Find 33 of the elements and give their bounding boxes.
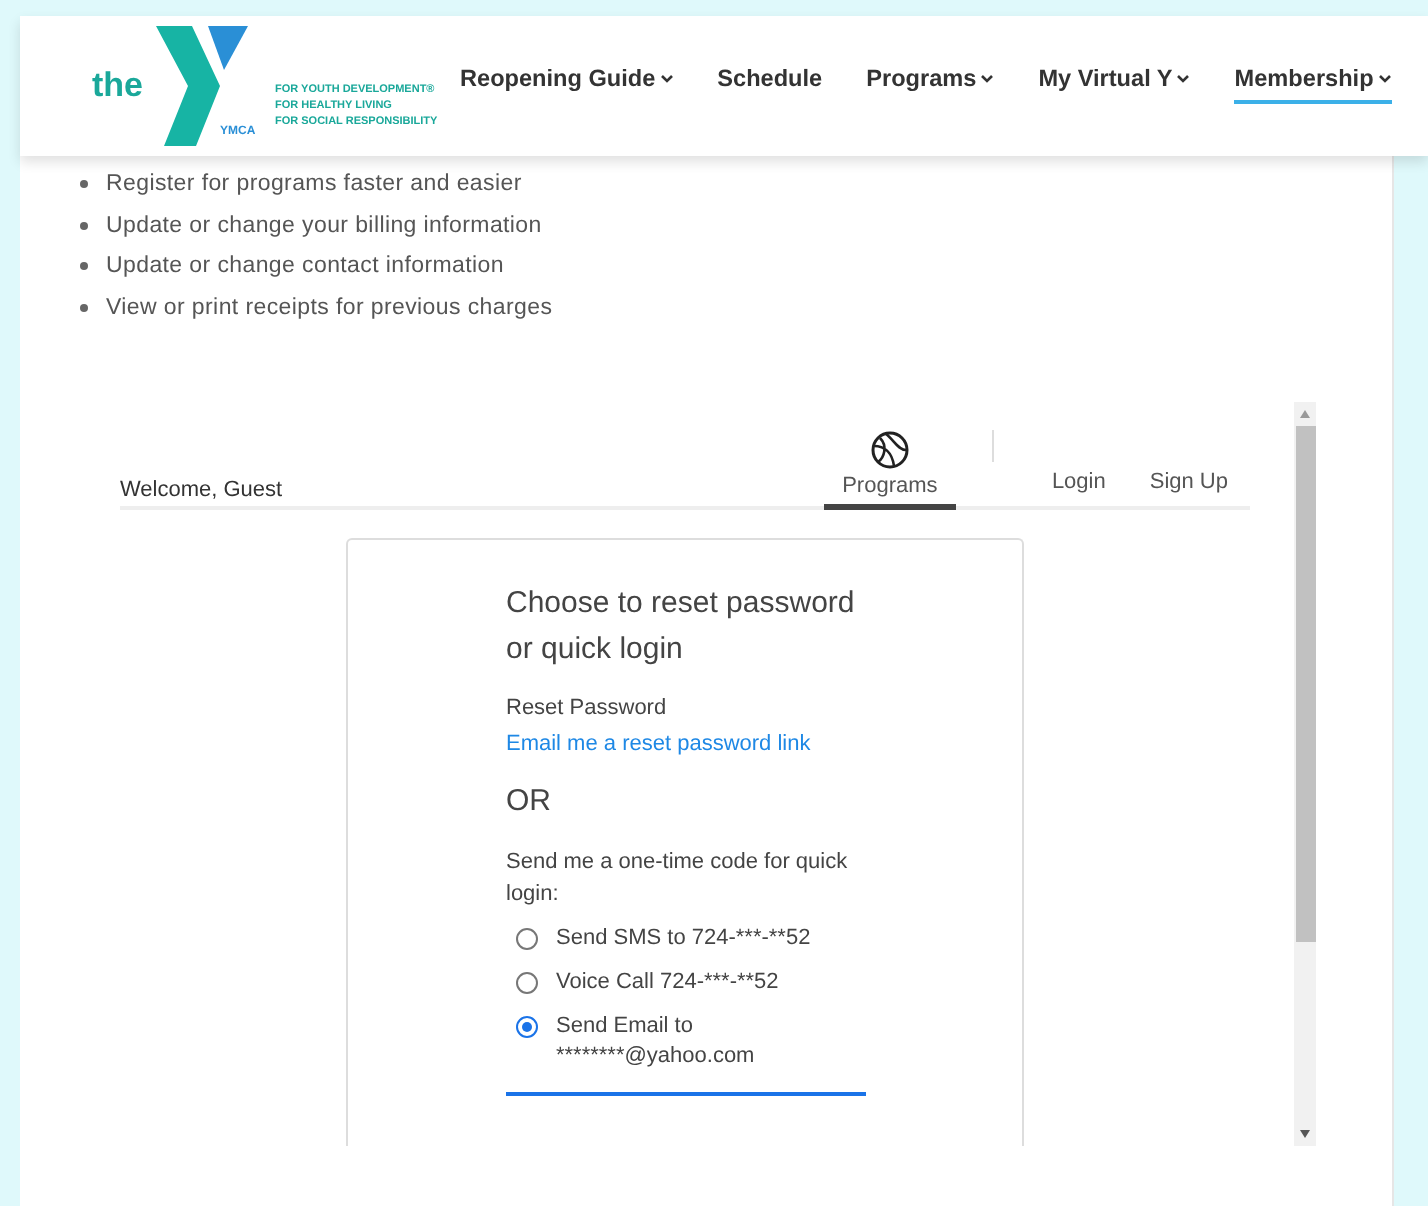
radio-button[interactable] xyxy=(516,1016,538,1038)
option-label: Voice Call 724-***-**52 xyxy=(556,968,781,998)
benefit-text: Update or change contact information xyxy=(106,254,504,279)
reset-label: Reset Password xyxy=(506,694,669,724)
radio-button[interactable] xyxy=(516,972,538,994)
header-link[interactable]: Sign Up xyxy=(1149,470,1228,494)
bullet-icon xyxy=(80,180,88,189)
bullet-icon xyxy=(80,262,88,271)
reset-link[interactable]: Email me a reset password link xyxy=(506,732,811,756)
welcome-text: Welcome, Guest xyxy=(120,478,285,502)
option-label: Send Email to ********@yahoo.com xyxy=(556,1012,757,1072)
nav-link[interactable]: My Virtual Y xyxy=(1038,64,1191,104)
benefit-text: View or print receipts for previous charges xyxy=(106,295,553,320)
or-divider-text: OR xyxy=(506,784,551,818)
radio-button[interactable] xyxy=(516,928,538,950)
header-link[interactable]: Login xyxy=(1051,470,1106,494)
basketball-icon xyxy=(869,430,910,470)
nav-link[interactable]: Membership xyxy=(1234,64,1392,104)
scroll-down-icon xyxy=(1300,1130,1310,1138)
bullet-icon xyxy=(80,303,88,312)
benefit-text: Register for programs faster and easier xyxy=(106,172,522,197)
scroll-up-icon xyxy=(1300,410,1310,418)
programs-tab[interactable]: Programs xyxy=(823,430,956,510)
card-title: Choose to reset password or quick login xyxy=(506,584,857,670)
code-prompt: Send me a one-time code for quick login: xyxy=(506,848,850,910)
bullet-icon xyxy=(80,221,88,230)
nav-link[interactable]: Schedule xyxy=(717,64,823,104)
nav-link[interactable]: Reopening Guide xyxy=(460,64,674,104)
option-label: Send SMS to 724-***-**52 xyxy=(556,924,813,954)
benefit-text: Update or change your billing information xyxy=(106,213,542,238)
logo-text: the xyxy=(92,66,143,106)
scrollbar[interactable] xyxy=(1294,402,1316,1146)
nav-link[interactable]: Programs xyxy=(866,64,995,104)
